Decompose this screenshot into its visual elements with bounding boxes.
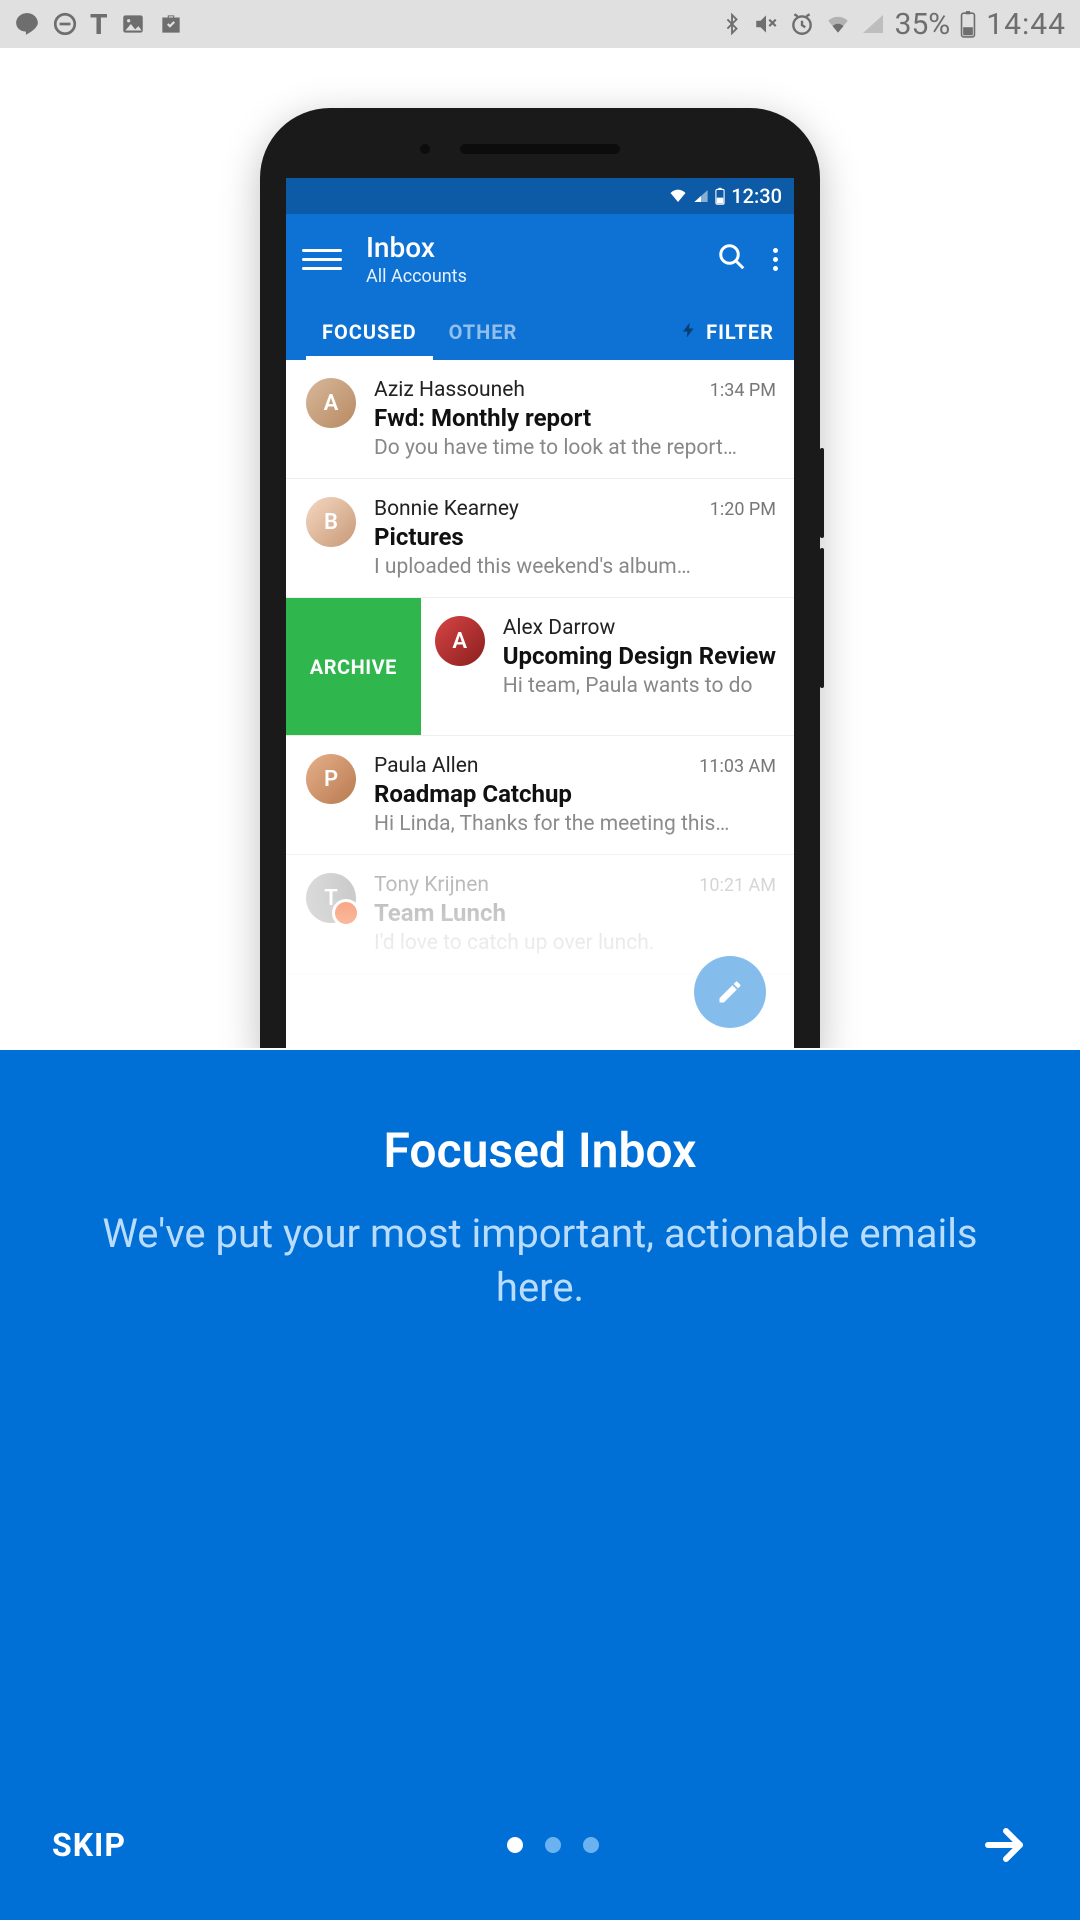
email-preview: I'd love to catch up over lunch. <box>374 931 776 955</box>
email-from: Aziz Hassouneh <box>374 378 525 402</box>
image-icon <box>120 11 146 37</box>
bolt-icon <box>680 319 698 346</box>
onboarding-title: Focused Inbox <box>0 1122 1080 1179</box>
tab-other[interactable]: OTHER <box>433 304 534 360</box>
page-indicator <box>507 1837 599 1853</box>
email-subject: Roadmap Catchup <box>374 780 776 808</box>
search-icon[interactable] <box>717 242 747 276</box>
page-dot-3 <box>583 1837 599 1853</box>
archive-action[interactable]: ARCHIVE <box>286 598 421 735</box>
app-bar-subtitle: All Accounts <box>366 266 717 287</box>
email-preview: Do you have time to look at the report… <box>374 436 776 460</box>
email-time: 10:21 AM <box>699 875 776 896</box>
email-time: 1:20 PM <box>710 499 776 520</box>
email-subject: Fwd: Monthly report <box>374 404 776 432</box>
avatar: B <box>306 497 356 547</box>
page-dot-2 <box>545 1837 561 1853</box>
battery-icon <box>960 10 976 38</box>
email-preview: I uploaded this weekend's album… <box>374 555 776 579</box>
phone-mockup: 12:30 Inbox All Accounts FOCUSED OTHER <box>260 108 820 1048</box>
clock-text: 14:44 <box>986 7 1066 42</box>
hangouts-icon <box>14 11 40 37</box>
mute-icon <box>753 11 779 37</box>
avatar: P <box>306 754 356 804</box>
email-row[interactable]: B Bonnie Kearney 1:20 PM Pictures I uploa… <box>286 479 794 598</box>
page-dot-1 <box>507 1837 523 1853</box>
filter-button[interactable]: FILTER <box>680 319 774 346</box>
arrow-right-icon <box>980 1821 1028 1869</box>
battery-percent-text: 35% <box>895 7 951 42</box>
skip-button[interactable]: SKIP <box>52 1826 126 1864</box>
briefcase-check-icon <box>158 11 184 37</box>
menu-icon[interactable] <box>302 249 342 270</box>
battery-icon <box>715 187 725 205</box>
cell-signal-icon <box>693 188 709 204</box>
email-from: Paula Allen <box>374 754 479 778</box>
email-subject: Team Lunch <box>374 899 776 927</box>
email-subject: Upcoming Design Review <box>503 642 776 670</box>
inbox-tabs: FOCUSED OTHER FILTER <box>286 304 794 360</box>
email-row[interactable]: A Aziz Hassouneh 1:34 PM Fwd: Monthly rep… <box>286 360 794 479</box>
bluetooth-icon <box>721 11 743 37</box>
next-button[interactable] <box>980 1821 1028 1869</box>
email-from: Alex Darrow <box>503 616 616 640</box>
cell-signal-icon <box>861 13 885 35</box>
email-row-swiped[interactable]: ARCHIVE A Alex Darrow Upcoming Design Re… <box>286 598 794 736</box>
alarm-icon <box>789 11 815 37</box>
compose-fab[interactable] <box>694 956 766 1028</box>
app-bar: Inbox All Accounts <box>286 214 794 304</box>
avatar: A <box>306 378 356 428</box>
more-icon[interactable] <box>773 248 778 271</box>
email-time: 11:03 AM <box>699 756 776 777</box>
onboarding-subtitle: We've put your most important, actionabl… <box>0 1207 1080 1315</box>
mock-clock-text: 12:30 <box>731 184 782 208</box>
email-from: Tony Krijnen <box>374 873 489 897</box>
email-preview: Hi team, Paula wants to do <box>503 674 776 698</box>
email-row[interactable]: T Tony Krijnen 10:21 AM Team Lunch I'd lo… <box>286 855 794 974</box>
wifi-icon <box>669 188 687 204</box>
mock-status-bar: 12:30 <box>286 178 794 214</box>
avatar: T <box>306 873 356 923</box>
tab-focused[interactable]: FOCUSED <box>306 304 433 360</box>
pencil-icon <box>716 978 744 1006</box>
carrier-t-icon: T <box>90 8 108 41</box>
app-bar-title: Inbox <box>366 231 717 264</box>
onboarding-panel: Focused Inbox We've put your most import… <box>0 1050 1080 1920</box>
device-status-bar: T 35% 14:44 <box>0 0 1080 48</box>
email-preview: Hi Linda, Thanks for the meeting this… <box>374 812 776 836</box>
email-time: 1:34 PM <box>710 380 776 401</box>
dnd-icon <box>52 11 78 37</box>
email-subject: Pictures <box>374 523 776 551</box>
email-from: Bonnie Kearney <box>374 497 519 521</box>
email-row[interactable]: P Paula Allen 11:03 AM Roadmap Catchup Hi… <box>286 736 794 855</box>
avatar: A <box>435 616 485 666</box>
onboarding-illustration: 12:30 Inbox All Accounts FOCUSED OTHER <box>0 48 1080 1048</box>
wifi-icon <box>825 13 851 35</box>
